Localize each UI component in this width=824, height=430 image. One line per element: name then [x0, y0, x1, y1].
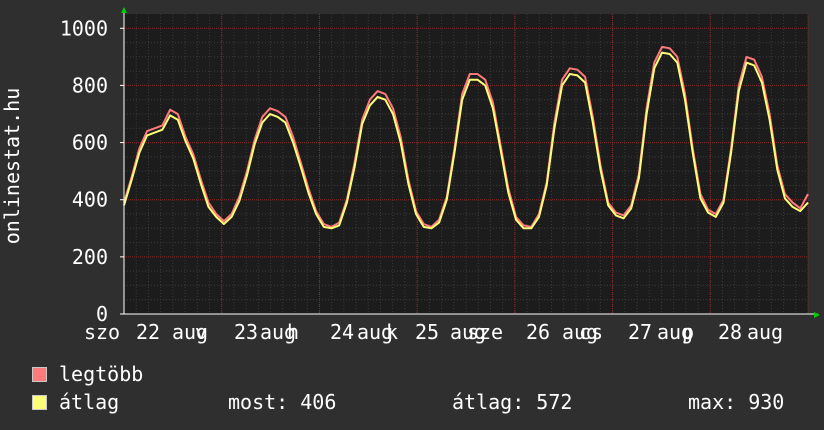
y-tick-label: 800 — [72, 73, 108, 97]
y-axis-label: onlinestat.hu — [0, 88, 24, 245]
x-axis-arrow — [814, 312, 820, 318]
legend-item-max: legtöbb — [32, 362, 143, 386]
y-tick-label: 400 — [72, 188, 108, 212]
x-tick-label: 23 — [234, 320, 258, 344]
legend-swatch-max — [32, 367, 47, 382]
x-tick-label: 28 — [718, 320, 742, 344]
grid — [123, 14, 809, 314]
x-tick-label: 25 — [415, 320, 439, 344]
x-tick-label: 24 — [330, 320, 354, 344]
legend-label-max: legtöbb — [59, 362, 144, 386]
legend-item-avg: átlag — [32, 390, 119, 414]
y-tick-label: 1000 — [60, 16, 108, 40]
stat-current: most: 406 — [228, 390, 337, 414]
y-tick-label: 200 — [72, 245, 108, 269]
y-tick-label: 600 — [72, 131, 108, 155]
y-axis-arrow — [121, 7, 127, 13]
x-tick-label: 27 — [628, 320, 652, 344]
x-tick-label: szo — [84, 320, 120, 344]
x-tick-label: cs — [579, 320, 603, 344]
x-tick-label: p — [682, 320, 694, 344]
x-tick-label: h — [287, 320, 299, 344]
x-tick-label: sze — [467, 320, 503, 344]
stat-average: átlag: 572 — [452, 390, 573, 414]
x-tick-label: 22 — [136, 320, 160, 344]
legend-swatch-avg — [32, 395, 47, 410]
x-tick-label: k — [386, 320, 398, 344]
stat-max: max: 930 — [688, 390, 785, 414]
x-tick-label: v — [195, 320, 207, 344]
legend-label-avg: átlag — [59, 390, 120, 414]
x-tick-label: aug — [747, 320, 783, 344]
x-tick-label: 26 — [526, 320, 550, 344]
